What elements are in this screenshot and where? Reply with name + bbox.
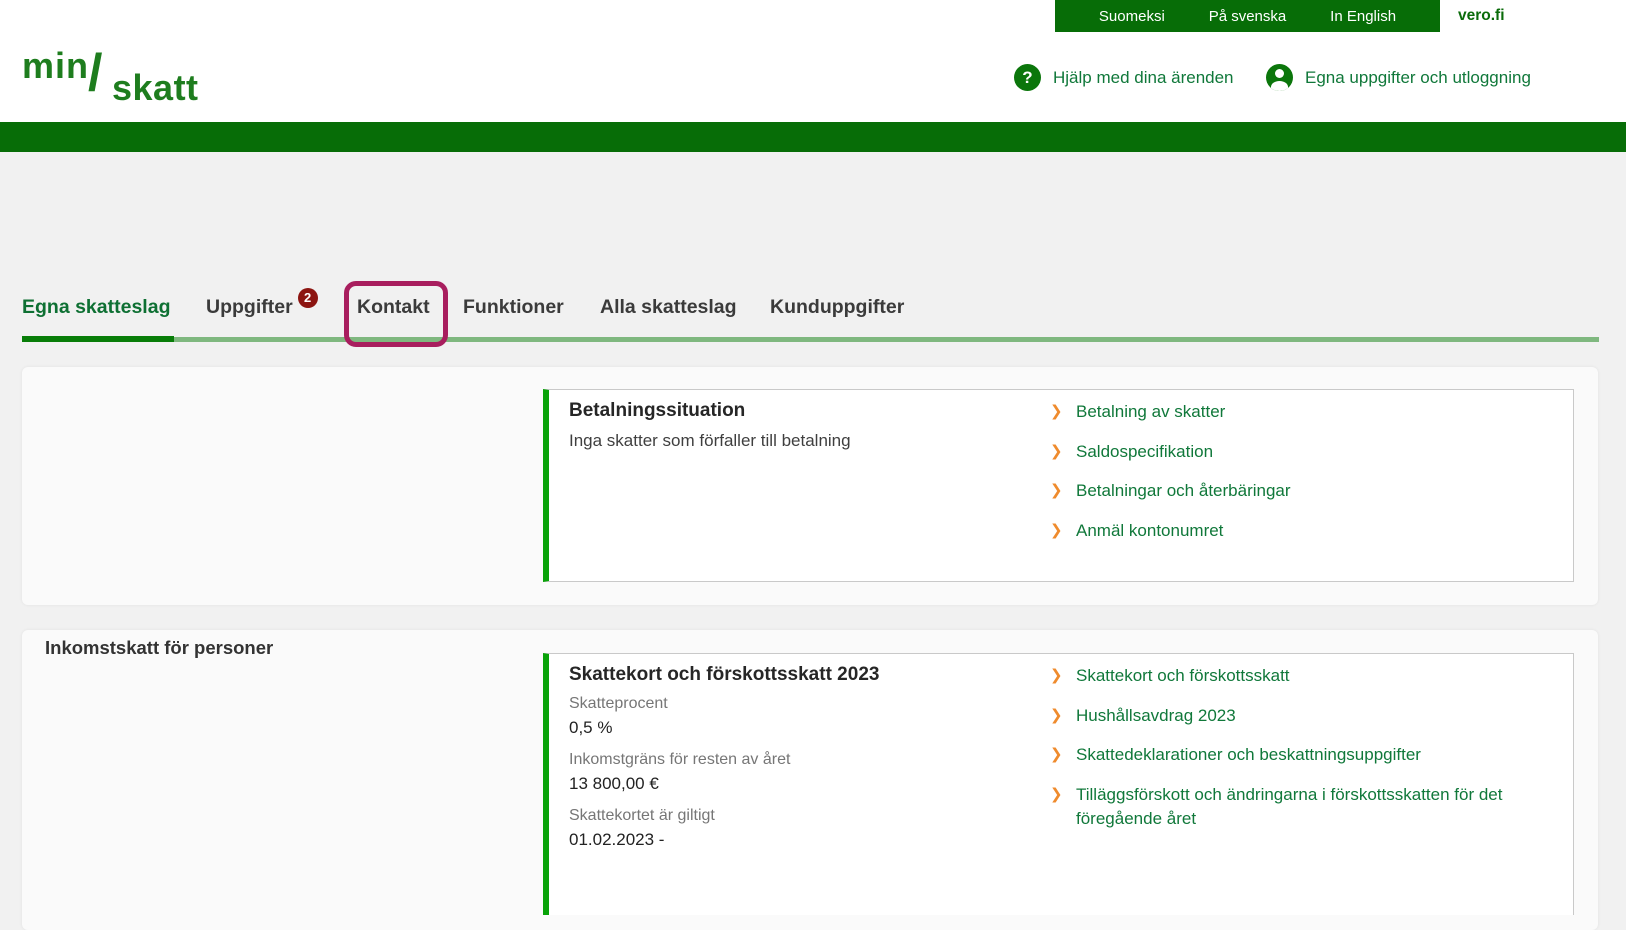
link-betalning-av-skatter[interactable]: ❯ Betalning av skatter [1050, 400, 1520, 425]
logo-text-skatt: skatt [112, 67, 199, 108]
payment-status-card: Betalningssituation Inga skatter som för… [543, 389, 1574, 582]
chevron-right-icon: ❯ [1050, 667, 1063, 684]
link-label: Saldospecifikation [1076, 441, 1214, 461]
payment-card-main: Betalningssituation Inga skatter som för… [569, 400, 1039, 451]
green-divider-band [0, 122, 1626, 152]
tax-card-main: Skattekort och förskottsskatt 2023 Skatt… [569, 664, 1039, 850]
language-link-english[interactable]: In English [1330, 8, 1396, 25]
link-saldospecifikation[interactable]: ❯ Saldospecifikation [1050, 440, 1520, 465]
field-value-giltighet: 01.02.2023 - [569, 830, 665, 849]
profile-logout-label: Egna uppgifter och utloggning [1305, 67, 1531, 87]
link-label: Skattekort och förskottsskatt [1076, 666, 1290, 685]
active-tab-underline [22, 336, 174, 342]
logo-text-min: min [22, 45, 90, 86]
notification-badge: 2 [297, 288, 318, 308]
link-tillaggsforskott[interactable]: ❯ Tilläggsförskott och ändringarna i för… [1050, 783, 1520, 832]
payment-card-subtitle: Inga skatter som förfaller till betalnin… [569, 431, 851, 450]
chevron-right-icon: ❯ [1050, 442, 1063, 460]
chevron-right-icon: ❯ [1050, 403, 1063, 420]
chevron-right-icon: ❯ [1050, 785, 1063, 803]
tab-funktioner[interactable]: Funktioner [463, 296, 564, 319]
link-betalningar-och-aterbaringar[interactable]: ❯ Betalningar och återbäringar [1050, 479, 1520, 504]
link-label: Hushållsavdrag 2023 [1076, 705, 1236, 725]
logo-slash: / [88, 44, 103, 102]
chevron-right-icon: ❯ [1050, 521, 1063, 539]
chevron-right-icon: ❯ [1050, 746, 1063, 763]
question-mark-icon: ? [1014, 64, 1041, 91]
tabs-underline [22, 337, 1599, 342]
tab-egna-skatteslag[interactable]: Egna skatteslag [22, 296, 170, 319]
payment-card-links: ❯ Betalning av skatter ❯ Saldospecifikat… [1050, 400, 1520, 543]
tab-uppgifter-label: Uppgifter [206, 296, 293, 318]
link-label: Tilläggsförskott och ändringarna i försk… [1076, 784, 1503, 829]
person-icon [1266, 64, 1293, 91]
help-menu-link[interactable]: ? Hjälp med dina ärenden [1014, 64, 1234, 91]
minskatt-logo[interactable]: min / skatt [22, 44, 222, 115]
tab-kontakt[interactable]: Kontakt [357, 296, 430, 319]
link-label: Betalningar och återbäringar [1076, 481, 1291, 500]
field-value-inkomstgrans: 13 800,00 € [569, 774, 659, 793]
link-skattedeklarationer[interactable]: ❯ Skattedeklarationer och beskattningsup… [1050, 743, 1520, 768]
profile-logout-link[interactable]: Egna uppgifter och utloggning [1266, 64, 1531, 91]
tax-card-title: Skattekort och förskottsskatt 2023 [569, 664, 880, 685]
top-strip: Suomeksi På svenska In English vero.fi [0, 0, 1626, 32]
link-anmal-kontonumret[interactable]: ❯ Anmäl kontonumret [1050, 519, 1520, 544]
income-tax-section-panel: Inkomstskatt för personer Skattekort och… [22, 630, 1598, 930]
chevron-right-icon: ❯ [1050, 706, 1063, 724]
link-label: Anmäl kontonumret [1076, 520, 1224, 540]
language-link-finnish[interactable]: Suomeksi [1099, 8, 1165, 25]
link-hushallsavdrag[interactable]: ❯ Hushållsavdrag 2023 [1050, 704, 1520, 729]
link-skattekort-och-forskottsskatt[interactable]: ❯ Skattekort och förskottsskatt [1050, 664, 1520, 689]
link-label: Betalning av skatter [1076, 402, 1226, 421]
link-label: Skattedeklarationer och beskattningsuppg… [1076, 745, 1421, 764]
tab-alla-skatteslag[interactable]: Alla skatteslag [600, 296, 737, 319]
vero-fi-link[interactable]: vero.fi [1458, 0, 1505, 32]
language-link-swedish[interactable]: På svenska [1209, 8, 1287, 25]
tax-card-card: Skattekort och förskottsskatt 2023 Skatt… [543, 653, 1574, 915]
tab-uppgifter[interactable]: Uppgifter 2 [206, 288, 318, 319]
tab-kunduppgifter[interactable]: Kunduppgifter [770, 296, 904, 319]
field-value-skatteprocent: 0,5 % [569, 718, 613, 737]
tax-card-links: ❯ Skattekort och förskottsskatt ❯ Hushål… [1050, 664, 1520, 832]
field-label-inkomstgrans: Inkomstgräns för resten av året [569, 751, 791, 768]
header: min / skatt ? Hjälp med dina ärenden Egn… [0, 32, 1626, 122]
field-label-skatteprocent: Skatteprocent [569, 695, 668, 712]
payment-card-title: Betalningssituation [569, 400, 746, 421]
language-switcher: Suomeksi På svenska In English [1055, 0, 1440, 32]
income-tax-section-heading: Inkomstskatt för personer [45, 637, 274, 658]
field-label-giltighet: Skattekortet är giltigt [569, 807, 715, 824]
help-menu-label: Hjälp med dina ärenden [1053, 67, 1234, 87]
payment-section-panel: Betalningssituation Inga skatter som för… [22, 367, 1598, 605]
chevron-right-icon: ❯ [1050, 482, 1063, 499]
